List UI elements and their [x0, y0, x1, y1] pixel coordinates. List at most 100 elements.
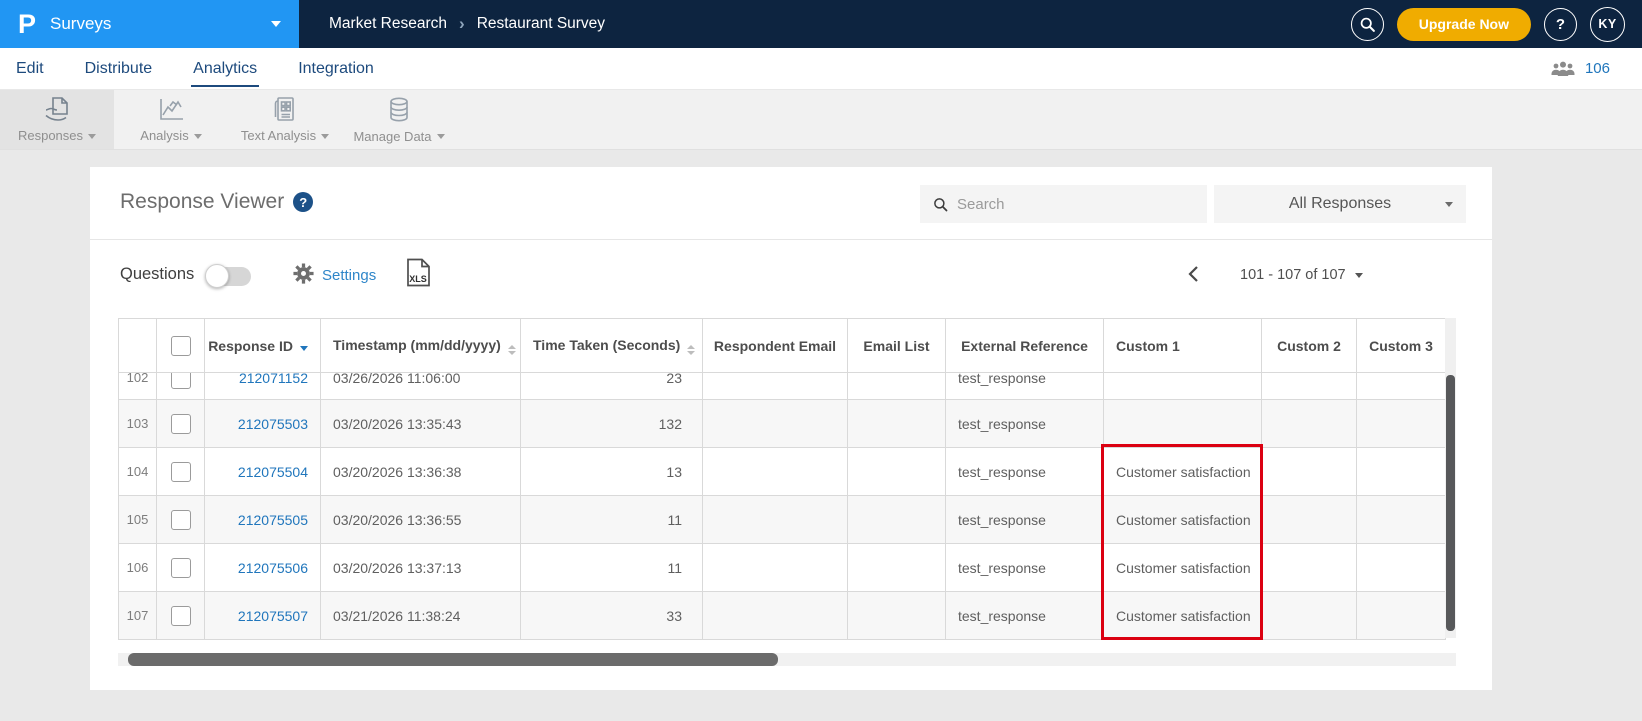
row-checkbox[interactable]	[170, 509, 191, 530]
row-checkbox[interactable]	[170, 557, 191, 578]
analysis-icon	[160, 99, 183, 120]
custom1-cell: Customer satisfaction	[1103, 543, 1262, 592]
analytics-toolbar: Responses Analysis Text Analysis Manage …	[0, 90, 1642, 150]
header-email-list[interactable]: Email List	[847, 318, 946, 373]
custom2-cell	[1261, 399, 1357, 448]
email-list-cell	[847, 495, 946, 544]
response-id-link[interactable]: 212071152	[206, 374, 320, 389]
email-list-cell	[847, 591, 946, 640]
tab-integration[interactable]: Integration	[296, 51, 376, 87]
tab-edit[interactable]: Edit	[14, 51, 46, 87]
vertical-scrollbar-thumb[interactable]	[1446, 375, 1455, 631]
toolbar-item-label: Responses	[18, 128, 97, 143]
chevron-down-icon	[193, 133, 202, 139]
avatar[interactable]: KY	[1590, 6, 1625, 42]
tab-distribute[interactable]: Distribute	[83, 51, 155, 87]
search-icon	[934, 197, 948, 211]
custom3-cell	[1356, 447, 1446, 496]
chevron-down-icon	[1445, 202, 1453, 207]
row-number: 106	[118, 543, 157, 592]
toolbar-item-manage-data[interactable]: Manage Data	[342, 90, 456, 149]
custom3-cell	[1356, 495, 1446, 544]
header-time-taken[interactable]: Time Taken (Seconds)	[520, 318, 703, 373]
search-box[interactable]	[920, 185, 1207, 223]
header-custom2[interactable]: Custom 2	[1261, 318, 1357, 373]
search-icon	[1360, 17, 1375, 32]
time-taken-cell: 13	[520, 447, 703, 496]
external-reference-cell: test_response	[945, 543, 1104, 592]
row-checkbox[interactable]	[170, 413, 191, 434]
product-switcher[interactable]: P Surveys	[0, 0, 299, 48]
pagination-prev-button[interactable]	[1187, 265, 1199, 288]
questionpro-logo: P	[18, 8, 37, 39]
responses-table: Response ID Timestamp (mm/dd/yyyy) Time …	[118, 318, 1446, 640]
response-id-link[interactable]: 212075505	[204, 495, 321, 544]
vertical-scrollbar[interactable]	[1445, 318, 1456, 638]
breadcrumb-survey[interactable]: Restaurant Survey	[477, 15, 605, 33]
chevron-down-icon	[436, 134, 445, 139]
respondent-email-cell	[702, 543, 848, 592]
toolbar-item-responses[interactable]: Responses	[0, 90, 114, 149]
horizontal-scrollbar[interactable]	[118, 653, 1456, 666]
row-number: 105	[118, 495, 157, 544]
panel-header: Response Viewer ? All Responses	[90, 167, 1492, 240]
response-id-link[interactable]: 212075503	[204, 399, 321, 448]
global-search-button[interactable]	[1350, 7, 1384, 41]
search-input[interactable]	[957, 195, 1194, 213]
horizontal-scrollbar-thumb[interactable]	[128, 653, 778, 666]
help-button[interactable]: ?	[1544, 7, 1577, 41]
topbar-actions: Upgrade Now ? KY	[1350, 6, 1642, 42]
response-id-link[interactable]: 212075507	[204, 591, 321, 640]
table-row: 106 212075506 03/20/2026 13:37:13 11 tes…	[118, 543, 1446, 592]
timestamp-cell: 03/20/2026 13:36:55	[320, 495, 521, 544]
select-all-checkbox[interactable]	[170, 335, 191, 356]
custom1-cell	[1103, 399, 1262, 448]
chevron-left-icon	[1188, 266, 1198, 282]
row-checkbox[interactable]	[170, 605, 191, 626]
settings-link[interactable]: Settings	[322, 267, 376, 284]
respondent-counter[interactable]: 106	[1550, 60, 1642, 77]
header-custom1[interactable]: Custom 1	[1103, 318, 1262, 373]
questions-toggle[interactable]	[205, 264, 251, 288]
header-external-reference[interactable]: External Reference	[945, 318, 1104, 373]
tab-analytics[interactable]: Analytics	[191, 51, 260, 87]
response-filter-dropdown[interactable]: All Responses	[1214, 185, 1466, 223]
responses-table-wrap: Response ID Timestamp (mm/dd/yyyy) Time …	[118, 318, 1456, 640]
toggle-knob	[205, 264, 229, 288]
custom3-cell	[1356, 591, 1446, 640]
timestamp-cell: 03/20/2026 13:35:43	[320, 399, 521, 448]
header-response-id[interactable]: Response ID	[204, 318, 321, 373]
custom2-cell	[1261, 591, 1357, 640]
header-timestamp[interactable]: Timestamp (mm/dd/yyyy)	[320, 318, 521, 373]
row-checkbox[interactable]	[170, 461, 191, 482]
sort-icon	[507, 344, 516, 355]
title-help-icon[interactable]: ?	[293, 192, 314, 212]
header-custom3[interactable]: Custom 3	[1356, 318, 1446, 373]
row-number: 102	[126, 373, 149, 386]
timestamp-cell: 03/20/2026 13:36:38	[320, 447, 521, 496]
response-id-link[interactable]: 212075504	[204, 447, 321, 496]
response-id-link[interactable]: 212075506	[204, 543, 321, 592]
custom2-cell	[1261, 495, 1357, 544]
header-respondent-email[interactable]: Respondent Email	[702, 318, 848, 373]
toolbar-item-label: Analysis	[140, 128, 202, 143]
custom1-cell: Customer satisfaction	[1103, 447, 1262, 496]
time-taken-cell: 132	[520, 399, 703, 448]
breadcrumb-folder[interactable]: Market Research	[329, 15, 447, 33]
export-xls-button[interactable]: XLS	[406, 258, 431, 292]
text-analysis-icon	[274, 97, 294, 121]
sort-icon	[687, 344, 696, 355]
toolbar-item-analysis[interactable]: Analysis	[114, 90, 228, 149]
time-taken-cell: 33	[520, 591, 703, 640]
timestamp-cell: 03/21/2026 11:38:24	[320, 591, 521, 640]
upgrade-now-button[interactable]: Upgrade Now	[1396, 7, 1531, 41]
chevron-down-icon	[88, 133, 97, 139]
toolbar-item-text-analysis[interactable]: Text Analysis	[228, 90, 342, 149]
row-checkbox[interactable]	[170, 373, 191, 389]
time-taken-cell: 11	[520, 543, 703, 592]
pagination-range-dropdown[interactable]: 101 - 107 of 107	[1240, 267, 1363, 283]
gear-icon[interactable]	[292, 262, 315, 290]
email-list-cell	[847, 543, 946, 592]
external-reference-cell: test_response	[945, 591, 1104, 640]
table-row: 103 212075503 03/20/2026 13:35:43 132 te…	[118, 399, 1446, 448]
